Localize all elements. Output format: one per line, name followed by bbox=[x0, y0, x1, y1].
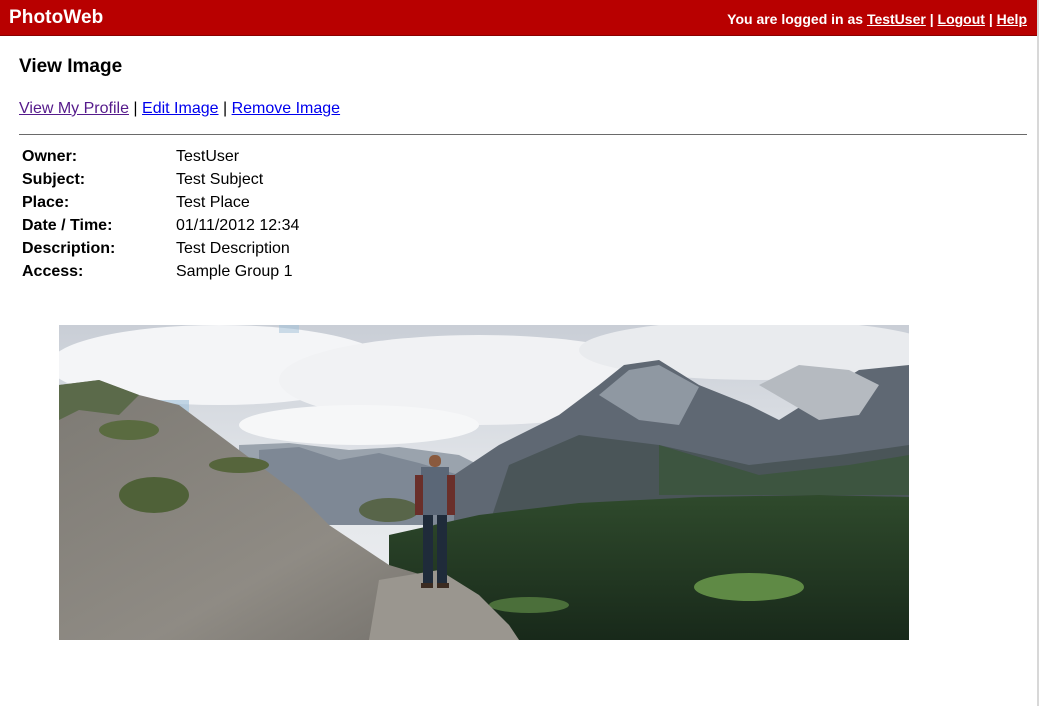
separator: | bbox=[222, 100, 228, 117]
datetime-value: 01/11/2012 12:34 bbox=[176, 217, 300, 234]
detail-row-place: Place: Test Place bbox=[22, 193, 299, 216]
top-banner: PhotoWeb You are logged in as TestUser |… bbox=[0, 0, 1037, 36]
divider bbox=[19, 134, 1027, 135]
image-actions: View My Profile | Edit Image | Remove Im… bbox=[19, 100, 340, 118]
description-value: Test Description bbox=[176, 240, 290, 257]
displayed-photo bbox=[59, 325, 909, 640]
owner-value: TestUser bbox=[176, 148, 240, 165]
app-logo[interactable]: PhotoWeb bbox=[9, 7, 103, 29]
remove-image-link[interactable]: Remove Image bbox=[232, 100, 341, 117]
view-profile-link[interactable]: View My Profile bbox=[19, 100, 129, 117]
subject-label: Subject: bbox=[22, 171, 86, 188]
image-details: Owner: TestUser Subject: Test Subject Pl… bbox=[22, 147, 299, 285]
detail-row-description: Description: Test Description bbox=[22, 239, 299, 262]
place-label: Place: bbox=[22, 194, 70, 211]
logged-in-text: You are logged in as bbox=[727, 11, 864, 27]
separator: | bbox=[133, 100, 138, 117]
page-title: View Image bbox=[19, 56, 123, 77]
detail-row-subject: Subject: Test Subject bbox=[22, 170, 299, 193]
edit-image-link[interactable]: Edit Image bbox=[142, 100, 218, 117]
place-value: Test Place bbox=[176, 194, 250, 211]
access-value: Sample Group 1 bbox=[176, 263, 293, 280]
owner-label: Owner: bbox=[22, 148, 78, 165]
user-status-bar: You are logged in as TestUser | Logout |… bbox=[727, 11, 1027, 27]
logout-link[interactable]: Logout bbox=[938, 11, 985, 27]
username-link[interactable]: TestUser bbox=[867, 11, 926, 27]
detail-row-datetime: Date / Time: 01/11/2012 12:34 bbox=[22, 216, 299, 239]
subject-value: Test Subject bbox=[176, 171, 264, 188]
separator: | bbox=[988, 11, 993, 27]
help-link[interactable]: Help bbox=[997, 11, 1027, 27]
detail-row-owner: Owner: TestUser bbox=[22, 147, 299, 170]
detail-row-access: Access: Sample Group 1 bbox=[22, 262, 299, 285]
separator: | bbox=[929, 11, 934, 27]
description-label: Description: bbox=[22, 240, 116, 257]
access-label: Access: bbox=[22, 263, 84, 280]
datetime-label: Date / Time: bbox=[22, 217, 113, 234]
